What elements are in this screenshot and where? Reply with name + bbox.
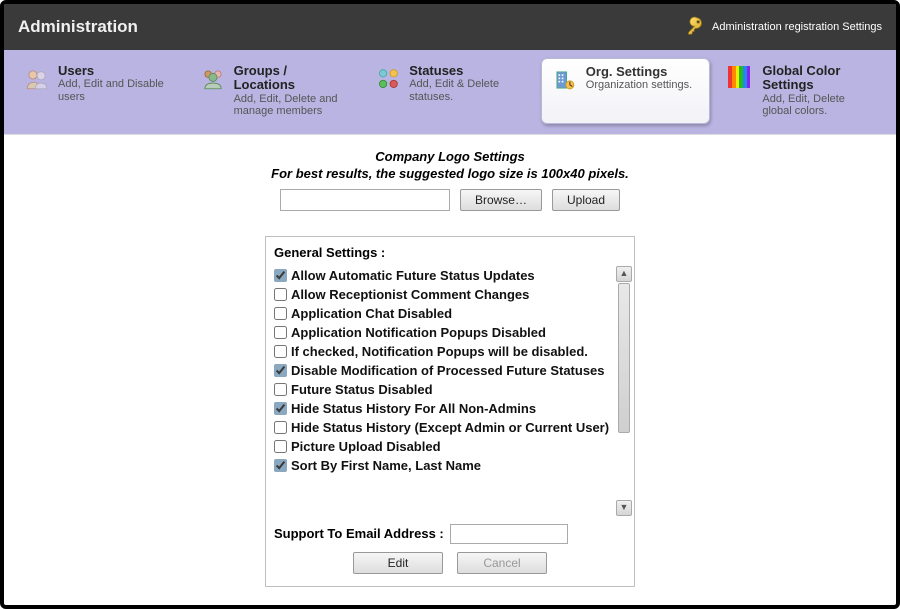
- setting-option: Application Notification Popups Disabled: [274, 323, 614, 342]
- chevron-up-icon: ▲: [620, 269, 629, 278]
- upload-button[interactable]: Upload: [552, 189, 620, 211]
- scroll-up-button[interactable]: ▲: [616, 266, 632, 282]
- scroll-track[interactable]: [616, 283, 632, 499]
- page-title: Administration: [18, 17, 138, 37]
- setting-label: Hide Status History For All Non-Admins: [291, 401, 536, 416]
- setting-label: Hide Status History (Except Admin or Cur…: [291, 420, 609, 435]
- setting-option: Hide Status History For All Non-Admins: [274, 399, 614, 418]
- ribbon-title: Org. Settings: [586, 65, 692, 79]
- scrollbar: ▲ ▼: [616, 266, 632, 516]
- ribbon-item-global-colors[interactable]: Global Color Settings Add, Edit, Delete …: [718, 58, 886, 124]
- chevron-down-icon: ▼: [620, 503, 629, 512]
- ribbon-title: Global Color Settings: [762, 64, 876, 93]
- setting-label: Allow Automatic Future Status Updates: [291, 268, 535, 283]
- setting-option: Future Status Disabled: [274, 380, 614, 399]
- top-bar: Administration Administration registrati…: [4, 4, 896, 50]
- setting-checkbox[interactable]: [274, 345, 287, 358]
- ribbon-subtitle: Organization settings.: [586, 79, 692, 92]
- setting-option: Allow Receptionist Comment Changes: [274, 285, 614, 304]
- scroll-thumb[interactable]: [618, 283, 630, 433]
- ribbon-subtitle: Add, Edit, Delete global colors.: [762, 93, 876, 118]
- logo-heading: Company Logo Settings: [271, 149, 629, 166]
- cancel-button[interactable]: Cancel: [457, 552, 547, 574]
- setting-option: Hide Status History (Except Admin or Cur…: [274, 418, 614, 437]
- logo-upload-row: Browse… Upload: [280, 189, 620, 211]
- setting-checkbox[interactable]: [274, 307, 287, 320]
- ribbon-nav: Users Add, Edit and Disable users Groups…: [4, 50, 896, 135]
- setting-label: Future Status Disabled: [291, 382, 433, 397]
- support-email-row: Support To Email Address :: [266, 520, 634, 552]
- top-bar-right: Administration registration Settings: [684, 15, 882, 40]
- setting-option: If checked, Notification Popups will be …: [274, 342, 614, 361]
- general-settings-panel: General Settings : Allow Automatic Futur…: [265, 236, 635, 587]
- ribbon-subtitle: Add, Edit, Delete and manage members: [234, 93, 348, 118]
- setting-label: If checked, Notification Popups will be …: [291, 344, 588, 359]
- ribbon-item-org-settings[interactable]: Org. Settings Organization settings.: [541, 58, 711, 124]
- ribbon-title: Statuses: [409, 64, 523, 78]
- setting-checkbox[interactable]: [274, 402, 287, 415]
- setting-checkbox[interactable]: [274, 269, 287, 282]
- setting-label: Disable Modification of Processed Future…: [291, 363, 605, 378]
- setting-checkbox[interactable]: [274, 288, 287, 301]
- setting-checkbox[interactable]: [274, 326, 287, 339]
- key-icon: [684, 15, 706, 40]
- groups-icon: [200, 66, 226, 92]
- setting-option: Allow Automatic Future Status Updates: [274, 266, 614, 285]
- org-settings-icon: [552, 67, 578, 93]
- users-icon: [24, 66, 50, 92]
- settings-scroll-area: Allow Automatic Future Status Updates All…: [266, 262, 634, 520]
- setting-checkbox[interactable]: [274, 421, 287, 434]
- setting-label: Application Notification Popups Disabled: [291, 325, 546, 340]
- support-email-label: Support To Email Address :: [274, 526, 444, 541]
- setting-option: Sort By First Name, Last Name: [274, 456, 614, 475]
- setting-option: Application Chat Disabled: [274, 304, 614, 323]
- setting-option: Disable Modification of Processed Future…: [274, 361, 614, 380]
- ribbon-title: Users: [58, 64, 172, 78]
- logo-subheading: For best results, the suggested logo siz…: [271, 166, 629, 183]
- panel-title: General Settings :: [266, 245, 634, 262]
- setting-checkbox[interactable]: [274, 459, 287, 472]
- main-content: Company Logo Settings For best results, …: [4, 135, 896, 597]
- ribbon-title: Groups / Locations: [234, 64, 348, 93]
- support-email-input[interactable]: [450, 524, 568, 544]
- logo-settings-header: Company Logo Settings For best results, …: [271, 149, 629, 183]
- edit-button[interactable]: Edit: [353, 552, 443, 574]
- ribbon-subtitle: Add, Edit & Delete statuses.: [409, 78, 523, 103]
- ribbon-item-users[interactable]: Users Add, Edit and Disable users: [14, 58, 182, 124]
- setting-checkbox[interactable]: [274, 383, 287, 396]
- top-bar-text: Administration registration Settings: [712, 21, 882, 33]
- ribbon-item-groups[interactable]: Groups / Locations Add, Edit, Delete and…: [190, 58, 358, 124]
- setting-label: Allow Receptionist Comment Changes: [291, 287, 529, 302]
- browse-button[interactable]: Browse…: [460, 189, 542, 211]
- setting-checkbox[interactable]: [274, 440, 287, 453]
- logo-file-field[interactable]: [280, 189, 450, 211]
- global-colors-icon: [728, 66, 754, 92]
- ribbon-item-statuses[interactable]: Statuses Add, Edit & Delete statuses.: [365, 58, 533, 124]
- setting-option: Picture Upload Disabled: [274, 437, 614, 456]
- statuses-icon: [375, 66, 401, 92]
- app-frame: Administration Administration registrati…: [0, 0, 900, 609]
- setting-label: Application Chat Disabled: [291, 306, 452, 321]
- setting-label: Picture Upload Disabled: [291, 439, 441, 454]
- ribbon-subtitle: Add, Edit and Disable users: [58, 78, 172, 103]
- setting-checkbox[interactable]: [274, 364, 287, 377]
- panel-actions: Edit Cancel: [266, 552, 634, 574]
- setting-label: Sort By First Name, Last Name: [291, 458, 481, 473]
- scroll-down-button[interactable]: ▼: [616, 500, 632, 516]
